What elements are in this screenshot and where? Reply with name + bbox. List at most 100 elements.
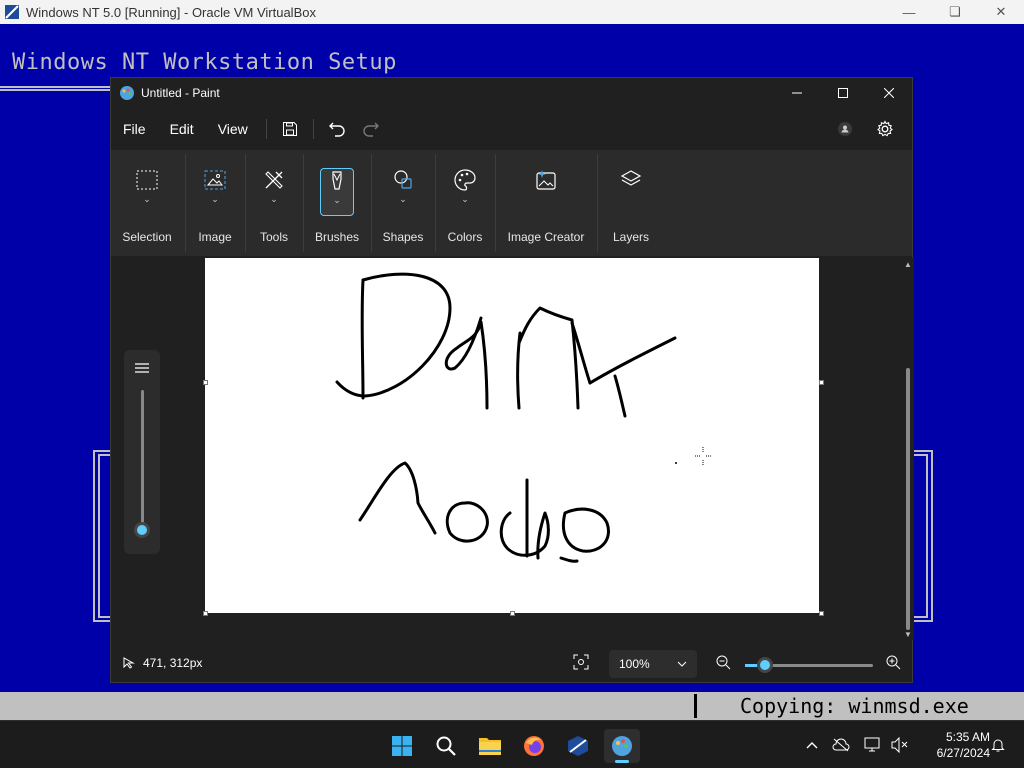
menu-file[interactable]: File xyxy=(111,113,158,145)
save-button[interactable] xyxy=(273,113,307,145)
menu-edit[interactable]: Edit xyxy=(158,113,206,145)
vbox-minimize-button[interactable]: — xyxy=(886,0,932,24)
redo-button[interactable] xyxy=(354,113,388,145)
zoom-out-icon xyxy=(716,655,731,670)
vbox-restore-button[interactable]: ❏ xyxy=(932,0,978,24)
account-button[interactable] xyxy=(828,113,862,145)
firefox-icon xyxy=(524,736,544,756)
shapes-icon xyxy=(394,170,412,189)
vbox-titlebar: Windows NT 5.0 [Running] - Oracle VM Vir… xyxy=(0,0,1024,24)
vertical-scrollbar[interactable]: ▲ ▼ xyxy=(904,258,912,640)
scroll-up-icon[interactable]: ▲ xyxy=(904,260,912,269)
show-hidden-icons-button[interactable] xyxy=(800,741,824,749)
ribbon-label-colors: Colors xyxy=(447,230,483,244)
paint-ribbon: ⌄ Selection ⌄ Image ⌄ Tools ⌄ Brushes ⌄ … xyxy=(111,150,912,256)
maximize-icon xyxy=(838,88,848,98)
resize-handle-left[interactable] xyxy=(203,380,208,385)
paint-close-button[interactable] xyxy=(866,78,912,108)
ribbon-image-creator[interactable]: Image Creator xyxy=(501,150,591,256)
zoom-slider-knob[interactable] xyxy=(757,657,773,673)
brush-size-slider[interactable] xyxy=(124,350,160,554)
undo-icon xyxy=(328,122,345,137)
bell-icon xyxy=(991,739,1005,752)
taskbar-firefox[interactable] xyxy=(516,729,552,763)
ribbon-separator xyxy=(185,154,186,252)
volume-button[interactable] xyxy=(888,737,912,753)
ribbon-label-image-creator: Image Creator xyxy=(507,230,585,244)
resize-handle-bottom[interactable] xyxy=(510,611,515,616)
brush-size-track[interactable] xyxy=(141,390,144,532)
ribbon-tools[interactable]: ⌄ Tools xyxy=(249,150,299,256)
fit-to-window-button[interactable] xyxy=(573,654,589,673)
vbox-window-title: Windows NT 5.0 [Running] - Oracle VM Vir… xyxy=(26,4,316,20)
paint-app-icon xyxy=(120,86,134,100)
taskbar-clock[interactable]: 5:35 AM 6/27/2024 xyxy=(918,729,990,761)
settings-button[interactable] xyxy=(868,113,902,145)
paint-minimize-button[interactable] xyxy=(774,78,820,108)
ribbon-label-shapes: Shapes xyxy=(382,230,424,244)
palette-icon xyxy=(454,169,476,191)
network-icon xyxy=(864,737,880,752)
nt-status-separator xyxy=(694,694,697,718)
brush-size-icon xyxy=(135,363,149,373)
image-icon xyxy=(204,170,226,190)
volume-muted-icon xyxy=(891,737,908,753)
ribbon-label-tools: Tools xyxy=(259,230,288,244)
chevron-down-icon: ⌄ xyxy=(211,194,219,204)
zoom-in-button[interactable] xyxy=(885,654,901,673)
ribbon-separator xyxy=(371,154,372,252)
search-icon xyxy=(436,736,456,756)
paint-titlebar[interactable]: Untitled - Paint xyxy=(111,78,912,108)
virtualbox-icon xyxy=(568,736,588,756)
minimize-icon xyxy=(792,92,802,94)
notifications-button[interactable] xyxy=(988,735,1008,755)
paint-workspace: ▲ ▼ xyxy=(111,258,914,640)
resize-handle-bottom-left[interactable] xyxy=(203,611,208,616)
taskbar-virtualbox[interactable] xyxy=(560,729,596,763)
save-icon xyxy=(282,122,297,136)
taskbar-file-explorer[interactable] xyxy=(472,729,508,763)
menu-view[interactable]: View xyxy=(206,113,260,145)
drawing-canvas[interactable] xyxy=(205,258,819,613)
search-button[interactable] xyxy=(428,729,464,763)
ribbon-selection[interactable]: ⌄ Selection xyxy=(117,150,177,256)
canvas-drawing xyxy=(335,272,677,563)
brush-size-knob[interactable] xyxy=(134,522,150,538)
scrollbar-thumb[interactable] xyxy=(906,368,910,630)
nt-status-bar: Copying: winmsd.exe xyxy=(0,692,1024,720)
scroll-down-icon[interactable]: ▼ xyxy=(904,630,912,639)
zoom-out-button[interactable] xyxy=(715,654,731,673)
ribbon-layers[interactable]: Layers xyxy=(603,150,659,256)
cursor-position-text: 471, 312px xyxy=(143,656,203,670)
ribbon-brushes[interactable]: ⌄ Brushes xyxy=(309,150,365,256)
ribbon-label-brushes: Brushes xyxy=(314,230,360,244)
vbox-close-button[interactable]: ✕ xyxy=(978,0,1024,24)
fit-to-window-icon xyxy=(573,654,589,670)
resize-handle-right[interactable] xyxy=(819,380,824,385)
ribbon-separator xyxy=(245,154,246,252)
paint-maximize-button[interactable] xyxy=(820,78,866,108)
chevron-down-icon xyxy=(677,661,687,667)
system-tray xyxy=(800,721,912,768)
chevron-up-icon xyxy=(806,742,818,749)
resize-handle-bottom-right[interactable] xyxy=(819,611,824,616)
menu-separator-2 xyxy=(312,119,314,139)
layers-icon xyxy=(620,170,642,186)
taskbar-paint[interactable] xyxy=(604,729,640,763)
zoom-select[interactable]: 100% xyxy=(609,650,697,678)
zoom-in-icon xyxy=(886,655,901,670)
undo-button[interactable] xyxy=(320,113,354,145)
menu-separator xyxy=(265,119,267,139)
ribbon-label-selection: Selection xyxy=(122,230,172,244)
network-button[interactable] xyxy=(858,737,888,753)
ribbon-shapes[interactable]: ⌄ Shapes xyxy=(377,150,429,256)
paint-menubar: File Edit View xyxy=(111,110,912,148)
onedrive-button[interactable] xyxy=(824,738,858,752)
folder-icon xyxy=(479,738,501,755)
chevron-down-icon: ⌄ xyxy=(143,194,151,204)
ribbon-image[interactable]: ⌄ Image xyxy=(189,150,241,256)
start-button[interactable] xyxy=(384,729,420,763)
ribbon-separator xyxy=(495,154,496,252)
ribbon-separator xyxy=(597,154,598,252)
ribbon-colors[interactable]: ⌄ Colors xyxy=(439,150,491,256)
